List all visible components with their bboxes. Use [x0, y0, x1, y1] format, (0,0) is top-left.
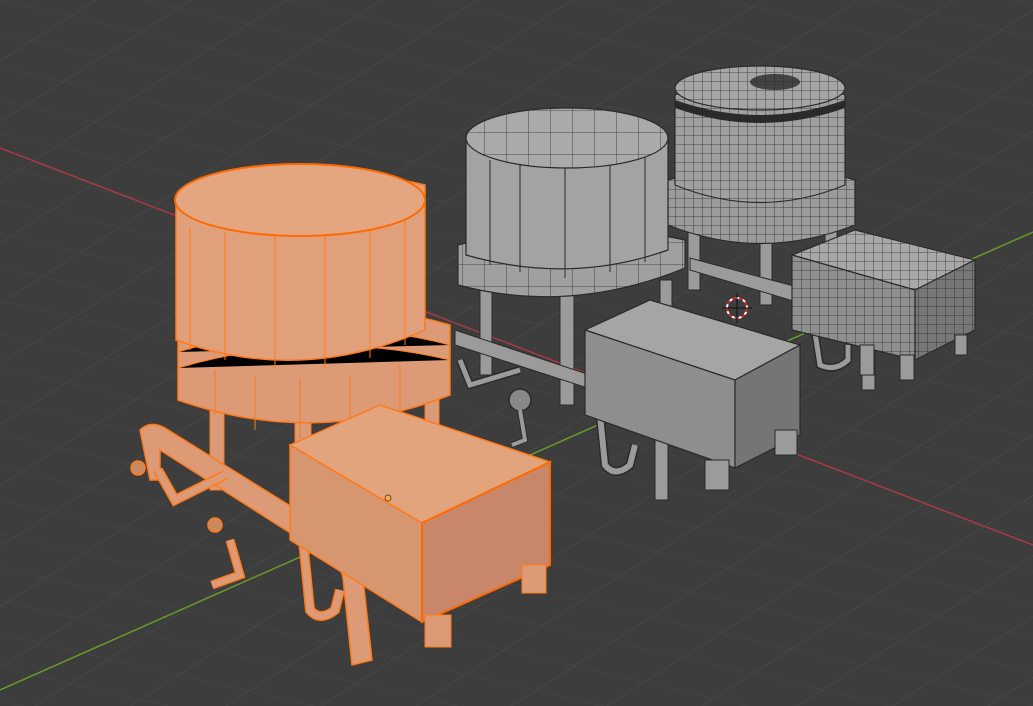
3d-viewport[interactable]: [0, 0, 1033, 706]
valve-wheel: [207, 517, 223, 533]
tank-top: [174, 163, 426, 237]
object-origin-dot: [384, 494, 392, 502]
valve-wheel: [508, 388, 532, 412]
viewport-canvas[interactable]: [0, 0, 1033, 706]
valve-wheel: [130, 460, 146, 476]
